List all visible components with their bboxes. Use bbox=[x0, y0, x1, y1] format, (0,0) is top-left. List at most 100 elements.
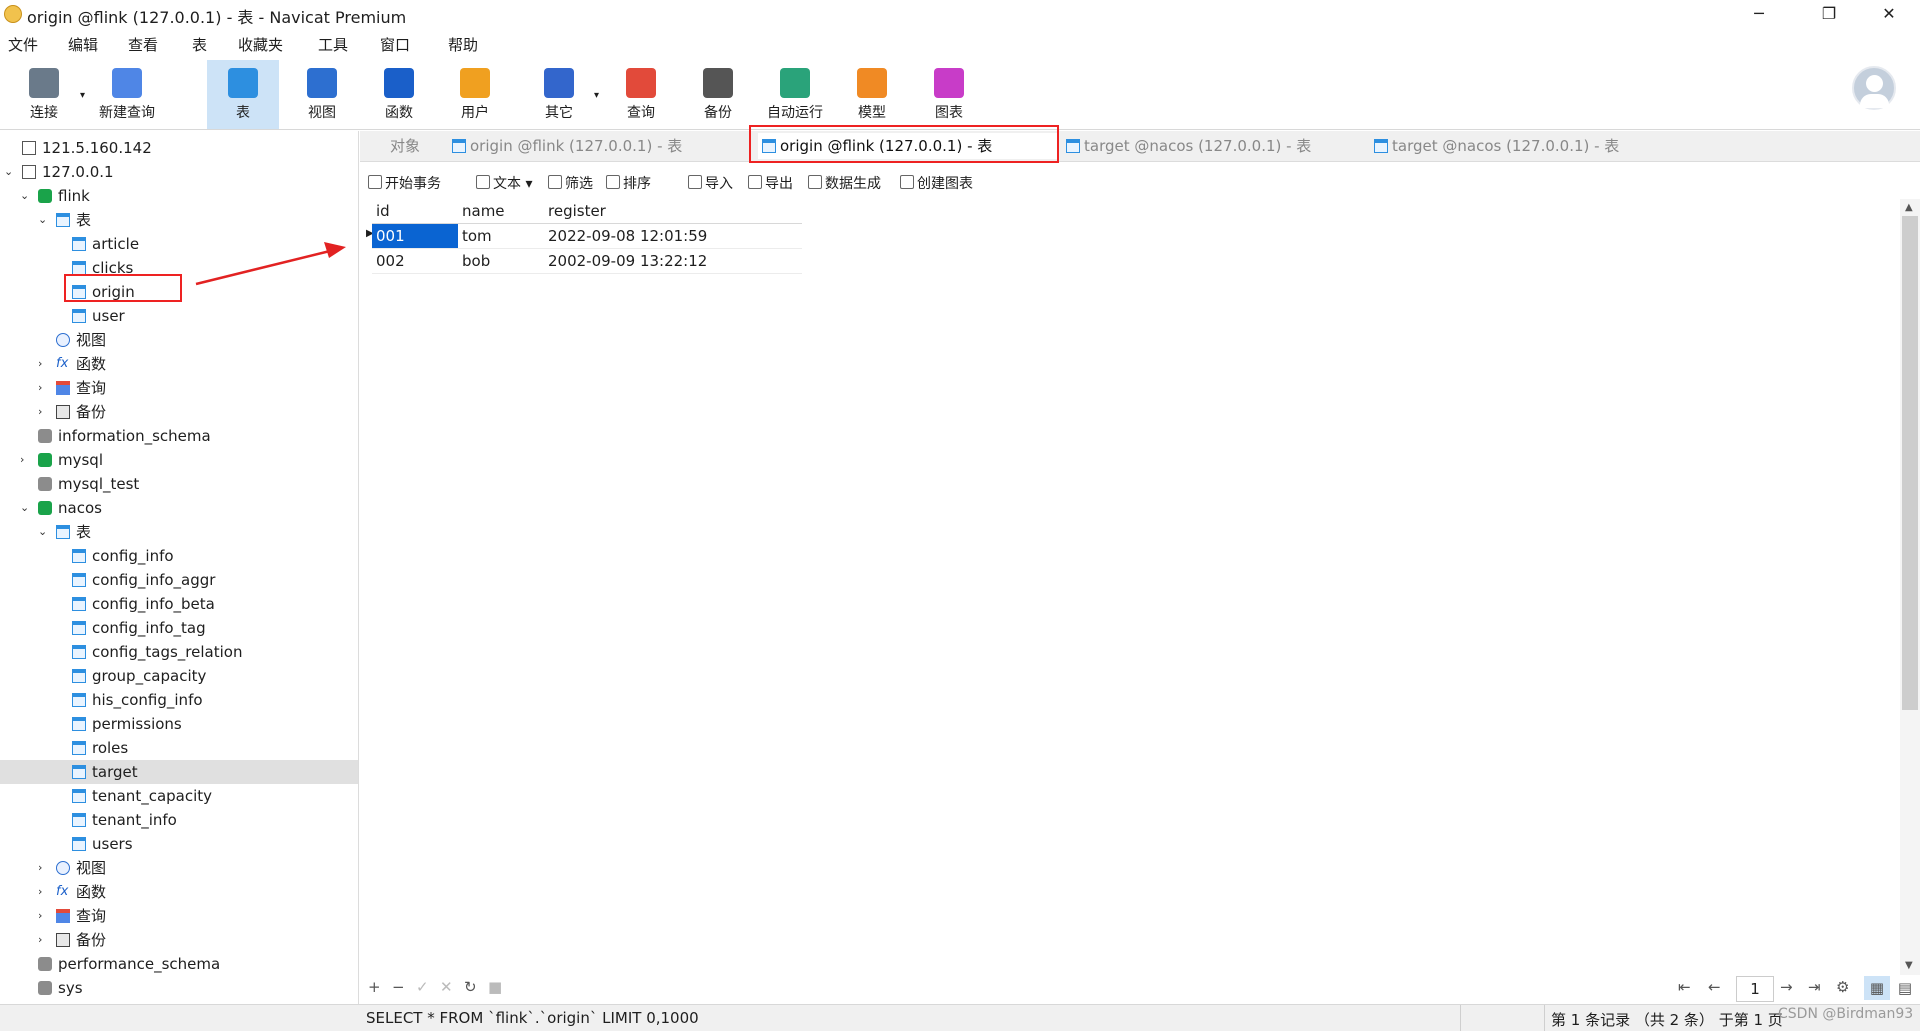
export-button[interactable]: 导出 bbox=[748, 173, 793, 193]
scroll-down-icon[interactable]: ▼ bbox=[1905, 960, 1913, 971]
chevron-down-icon[interactable]: ⌄ bbox=[4, 160, 16, 184]
table-cell[interactable]: tom bbox=[458, 223, 544, 249]
last-page-button[interactable]: ⇥ bbox=[1808, 978, 1821, 996]
chevron-down-icon[interactable]: ⌄ bbox=[38, 520, 50, 544]
tree-item[interactable]: ⌄ 表 bbox=[0, 208, 358, 232]
tree-item[interactable]: information_schema bbox=[0, 424, 358, 448]
chevron-right-icon[interactable]: › bbox=[38, 376, 50, 400]
chevron-right-icon[interactable]: › bbox=[38, 352, 50, 376]
tree-item[interactable]: config_tags_relation bbox=[0, 640, 358, 664]
tab-origin-flink-1[interactable]: origin @flink (127.0.0.1) - 表 bbox=[452, 133, 748, 159]
chevron-right-icon[interactable]: › bbox=[38, 904, 50, 928]
tree-item[interactable]: config_info bbox=[0, 544, 358, 568]
table-cell[interactable]: 2022-09-08 12:01:59 bbox=[544, 223, 802, 249]
menu-table[interactable]: 表 bbox=[192, 34, 207, 55]
page-number-field[interactable]: 1 bbox=[1736, 976, 1774, 1002]
menu-edit[interactable]: 编辑 bbox=[68, 34, 98, 55]
toolbar-model-button[interactable]: 模型 bbox=[836, 60, 908, 130]
begin-transaction-button[interactable]: 开始事务 bbox=[368, 173, 441, 193]
tab-target-nacos-2[interactable]: target @nacos (127.0.0.1) - 表 bbox=[1374, 133, 1674, 159]
connection-tree[interactable]: 121.5.160.142 ⌄ 127.0.0.1 ⌄ flink ⌄ 表 article cl… bbox=[0, 131, 359, 1005]
table-row[interactable]: 001 tom 2022-09-08 12:01:59 bbox=[372, 223, 802, 249]
menu-favorites[interactable]: 收藏夹 bbox=[238, 34, 283, 55]
table-cell[interactable]: 002 bbox=[372, 248, 458, 274]
tree-item[interactable]: target bbox=[0, 760, 358, 784]
toolbar-backup-button[interactable]: 备份 bbox=[682, 60, 754, 130]
toolbar-connect-button[interactable]: 连接 bbox=[8, 60, 80, 130]
connect-dropdown-icon[interactable]: ▾ bbox=[80, 90, 85, 101]
tree-item[interactable]: config_info_tag bbox=[0, 616, 358, 640]
chevron-right-icon[interactable]: › bbox=[38, 880, 50, 904]
tree-item[interactable]: permissions bbox=[0, 712, 358, 736]
tab-target-nacos-1[interactable]: target @nacos (127.0.0.1) - 表 bbox=[1066, 133, 1366, 159]
tree-item[interactable]: config_info_beta bbox=[0, 592, 358, 616]
grid-view-icon[interactable]: ▦ bbox=[1864, 976, 1890, 1000]
tree-item[interactable]: › fx 函数 bbox=[0, 880, 358, 904]
data-table[interactable]: id name register 001 tom 2022-09-08 12:0… bbox=[372, 199, 802, 274]
tree-item[interactable]: › 备份 bbox=[0, 928, 358, 952]
apply-changes-button[interactable]: ✓ bbox=[416, 978, 429, 996]
chevron-right-icon[interactable]: › bbox=[38, 400, 50, 424]
text-view-button[interactable]: 文本 ▾ bbox=[476, 173, 532, 193]
close-button[interactable]: ✕ bbox=[1866, 2, 1912, 26]
tree-item[interactable]: article bbox=[0, 232, 358, 256]
other-dropdown-icon[interactable]: ▾ bbox=[594, 90, 599, 101]
page-settings-button[interactable]: ⚙ bbox=[1836, 978, 1849, 996]
tree-item[interactable]: users bbox=[0, 832, 358, 856]
tree-item[interactable]: user bbox=[0, 304, 358, 328]
menu-window[interactable]: 窗口 bbox=[380, 34, 410, 55]
next-page-button[interactable]: → bbox=[1780, 978, 1793, 996]
discard-changes-button[interactable]: ✕ bbox=[440, 978, 453, 996]
chevron-down-icon[interactable]: ⌄ bbox=[20, 184, 32, 208]
tab-objects[interactable]: 对象 bbox=[390, 133, 450, 159]
column-header-name[interactable]: name bbox=[458, 199, 544, 224]
column-header-id[interactable]: id bbox=[372, 199, 458, 224]
scroll-up-icon[interactable]: ▲ bbox=[1905, 202, 1913, 213]
tree-item[interactable]: performance_schema bbox=[0, 952, 358, 976]
import-button[interactable]: 导入 bbox=[688, 173, 733, 193]
toolbar-view-button[interactable]: 视图 bbox=[286, 60, 358, 130]
tree-item[interactable]: roles bbox=[0, 736, 358, 760]
toolbar-table-button[interactable]: 表 bbox=[207, 60, 279, 130]
table-cell[interactable]: bob bbox=[458, 248, 544, 274]
minimize-button[interactable]: ─ bbox=[1736, 2, 1782, 26]
menu-file[interactable]: 文件 bbox=[8, 34, 38, 55]
toolbar-other-button[interactable]: 其它 bbox=[523, 60, 595, 130]
tree-item[interactable]: › fx 函数 bbox=[0, 352, 358, 376]
scrollbar-thumb[interactable] bbox=[1902, 216, 1918, 710]
prev-page-button[interactable]: ← bbox=[1708, 978, 1721, 996]
data-generation-button[interactable]: 数据生成 bbox=[808, 173, 881, 193]
tree-item[interactable]: › 备份 bbox=[0, 400, 358, 424]
tree-item[interactable]: config_info_aggr bbox=[0, 568, 358, 592]
add-record-button[interactable]: + bbox=[368, 978, 381, 996]
tree-item[interactable]: 121.5.160.142 bbox=[0, 136, 358, 160]
tree-item[interactable]: tenant_info bbox=[0, 808, 358, 832]
first-page-button[interactable]: ⇤ bbox=[1678, 978, 1691, 996]
tree-item[interactable]: › 查询 bbox=[0, 376, 358, 400]
restore-button[interactable]: ❐ bbox=[1806, 2, 1852, 26]
chevron-down-icon[interactable]: ⌄ bbox=[20, 496, 32, 520]
chevron-right-icon[interactable]: › bbox=[38, 856, 50, 880]
menu-view[interactable]: 查看 bbox=[128, 34, 158, 55]
tree-item[interactable]: › 查询 bbox=[0, 904, 358, 928]
data-grid[interactable]: ▶ id name register 001 tom 2022-09-08 12… bbox=[362, 199, 1898, 975]
chevron-right-icon[interactable]: › bbox=[20, 448, 32, 472]
toolbar-function-button[interactable]: 函数 bbox=[363, 60, 435, 130]
tree-item[interactable]: his_config_info bbox=[0, 688, 358, 712]
toolbar-query-button[interactable]: 查询 bbox=[605, 60, 677, 130]
table-cell[interactable]: 2002-09-09 13:22:12 bbox=[544, 248, 802, 274]
sort-button[interactable]: 排序 bbox=[606, 173, 651, 193]
tree-item[interactable]: ⌄ flink bbox=[0, 184, 358, 208]
tree-item[interactable]: › mysql bbox=[0, 448, 358, 472]
tree-item[interactable]: mysql_test bbox=[0, 472, 358, 496]
tree-item[interactable]: ⌄ nacos bbox=[0, 496, 358, 520]
chevron-down-icon[interactable]: ⌄ bbox=[38, 208, 50, 232]
toolbar-chart-button[interactable]: 图表 bbox=[913, 60, 985, 130]
toolbar-user-button[interactable]: 用户 bbox=[439, 60, 511, 130]
menu-help[interactable]: 帮助 bbox=[448, 34, 478, 55]
tree-item[interactable]: sys bbox=[0, 976, 358, 1000]
tree-item[interactable]: ⌄ 127.0.0.1 bbox=[0, 160, 358, 184]
create-chart-button[interactable]: 创建图表 bbox=[900, 173, 973, 193]
user-avatar[interactable] bbox=[1852, 66, 1896, 110]
tree-item[interactable]: group_capacity bbox=[0, 664, 358, 688]
